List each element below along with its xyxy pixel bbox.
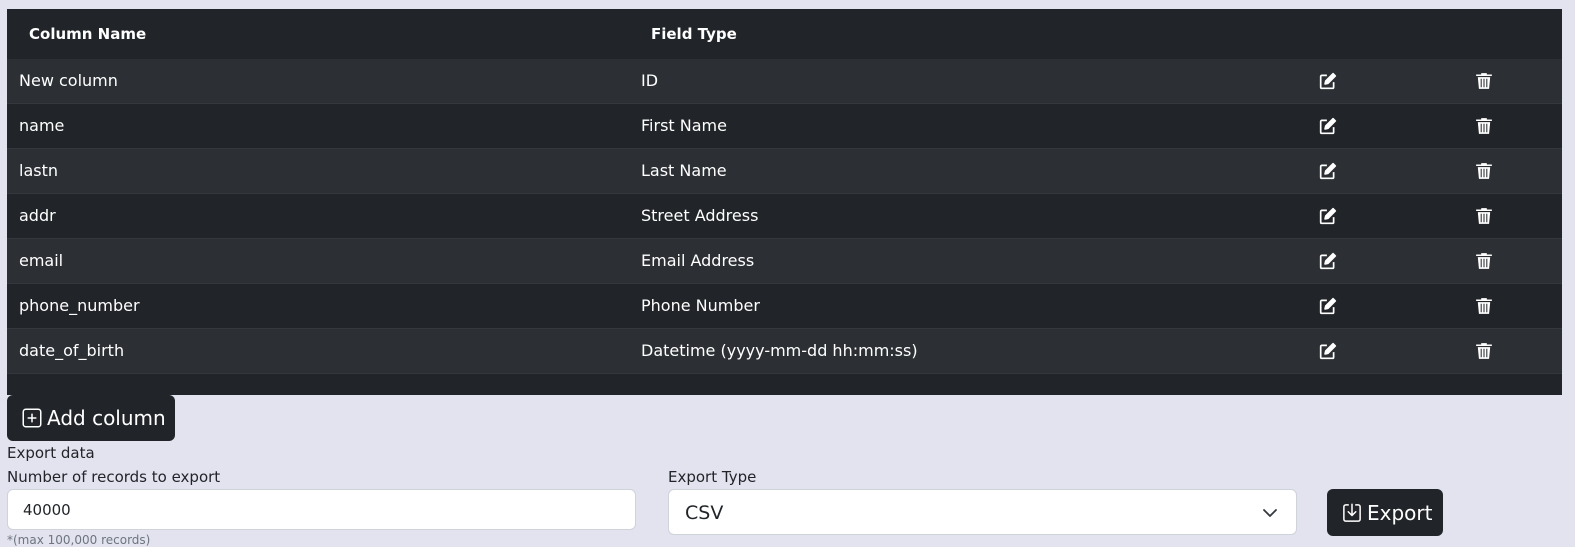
edit-icon[interactable] bbox=[1319, 207, 1337, 225]
table-row: date_of_birth Datetime (yyyy-mm-dd hh:mm:… bbox=[7, 329, 1562, 374]
trash-icon[interactable] bbox=[1475, 72, 1493, 90]
edit-icon[interactable] bbox=[1319, 342, 1337, 360]
table-body: New column ID name First Name lastn Last Name… bbox=[7, 59, 1562, 374]
table-row: addr Street Address bbox=[7, 194, 1562, 239]
field-type-cell: Datetime (yyyy-mm-dd hh:mm:ss) bbox=[641, 341, 918, 360]
header-field-type: Field Type bbox=[651, 25, 737, 43]
table-header: Column Name Field Type bbox=[7, 9, 1562, 60]
column-name-cell: date_of_birth bbox=[19, 341, 125, 360]
edit-icon[interactable] bbox=[1319, 117, 1337, 135]
download-icon bbox=[1342, 503, 1367, 523]
trash-icon[interactable] bbox=[1475, 207, 1493, 225]
edit-icon[interactable] bbox=[1319, 297, 1337, 315]
edit-icon[interactable] bbox=[1319, 162, 1337, 180]
field-type-cell: Street Address bbox=[641, 206, 759, 225]
table-row: lastn Last Name bbox=[7, 149, 1562, 194]
trash-icon[interactable] bbox=[1475, 162, 1493, 180]
export-data-heading: Export data bbox=[7, 444, 95, 462]
column-name-cell: New column bbox=[19, 71, 118, 90]
table-row: New column ID bbox=[7, 59, 1562, 104]
table-row: phone_number Phone Number bbox=[7, 284, 1562, 329]
export-label: Export bbox=[1367, 500, 1433, 525]
column-name-cell: addr bbox=[19, 206, 56, 225]
header-column-name: Column Name bbox=[29, 25, 147, 43]
trash-icon[interactable] bbox=[1475, 252, 1493, 270]
field-type-cell: Last Name bbox=[641, 161, 727, 180]
column-name-cell: name bbox=[19, 116, 65, 135]
records-label: Number of records to export bbox=[7, 468, 221, 486]
table-row: email Email Address bbox=[7, 239, 1562, 284]
trash-icon[interactable] bbox=[1475, 342, 1493, 360]
add-column-button[interactable]: Add column bbox=[7, 395, 175, 441]
export-type-label: Export Type bbox=[668, 468, 757, 486]
field-type-cell: Phone Number bbox=[641, 296, 760, 315]
chevron-down-icon bbox=[1262, 505, 1278, 521]
records-hint: *(max 100,000 records) bbox=[7, 533, 151, 547]
column-name-cell: lastn bbox=[19, 161, 58, 180]
export-type-select[interactable]: CSV bbox=[668, 489, 1297, 535]
column-name-cell: phone_number bbox=[19, 296, 140, 315]
columns-table: Column Name Field Type New column ID name F… bbox=[7, 9, 1562, 395]
trash-icon[interactable] bbox=[1475, 117, 1493, 135]
table-row: name First Name bbox=[7, 104, 1562, 149]
export-button[interactable]: Export bbox=[1327, 489, 1443, 536]
records-input[interactable] bbox=[7, 489, 636, 530]
column-name-cell: email bbox=[19, 251, 64, 270]
edit-icon[interactable] bbox=[1319, 72, 1337, 90]
field-type-cell: Email Address bbox=[641, 251, 755, 270]
field-type-cell: First Name bbox=[641, 116, 727, 135]
plus-square-icon bbox=[22, 408, 47, 428]
trash-icon[interactable] bbox=[1475, 297, 1493, 315]
add-column-label: Add column bbox=[47, 406, 166, 430]
field-type-cell: ID bbox=[641, 71, 659, 90]
export-type-value: CSV bbox=[685, 502, 724, 524]
edit-icon[interactable] bbox=[1319, 252, 1337, 270]
